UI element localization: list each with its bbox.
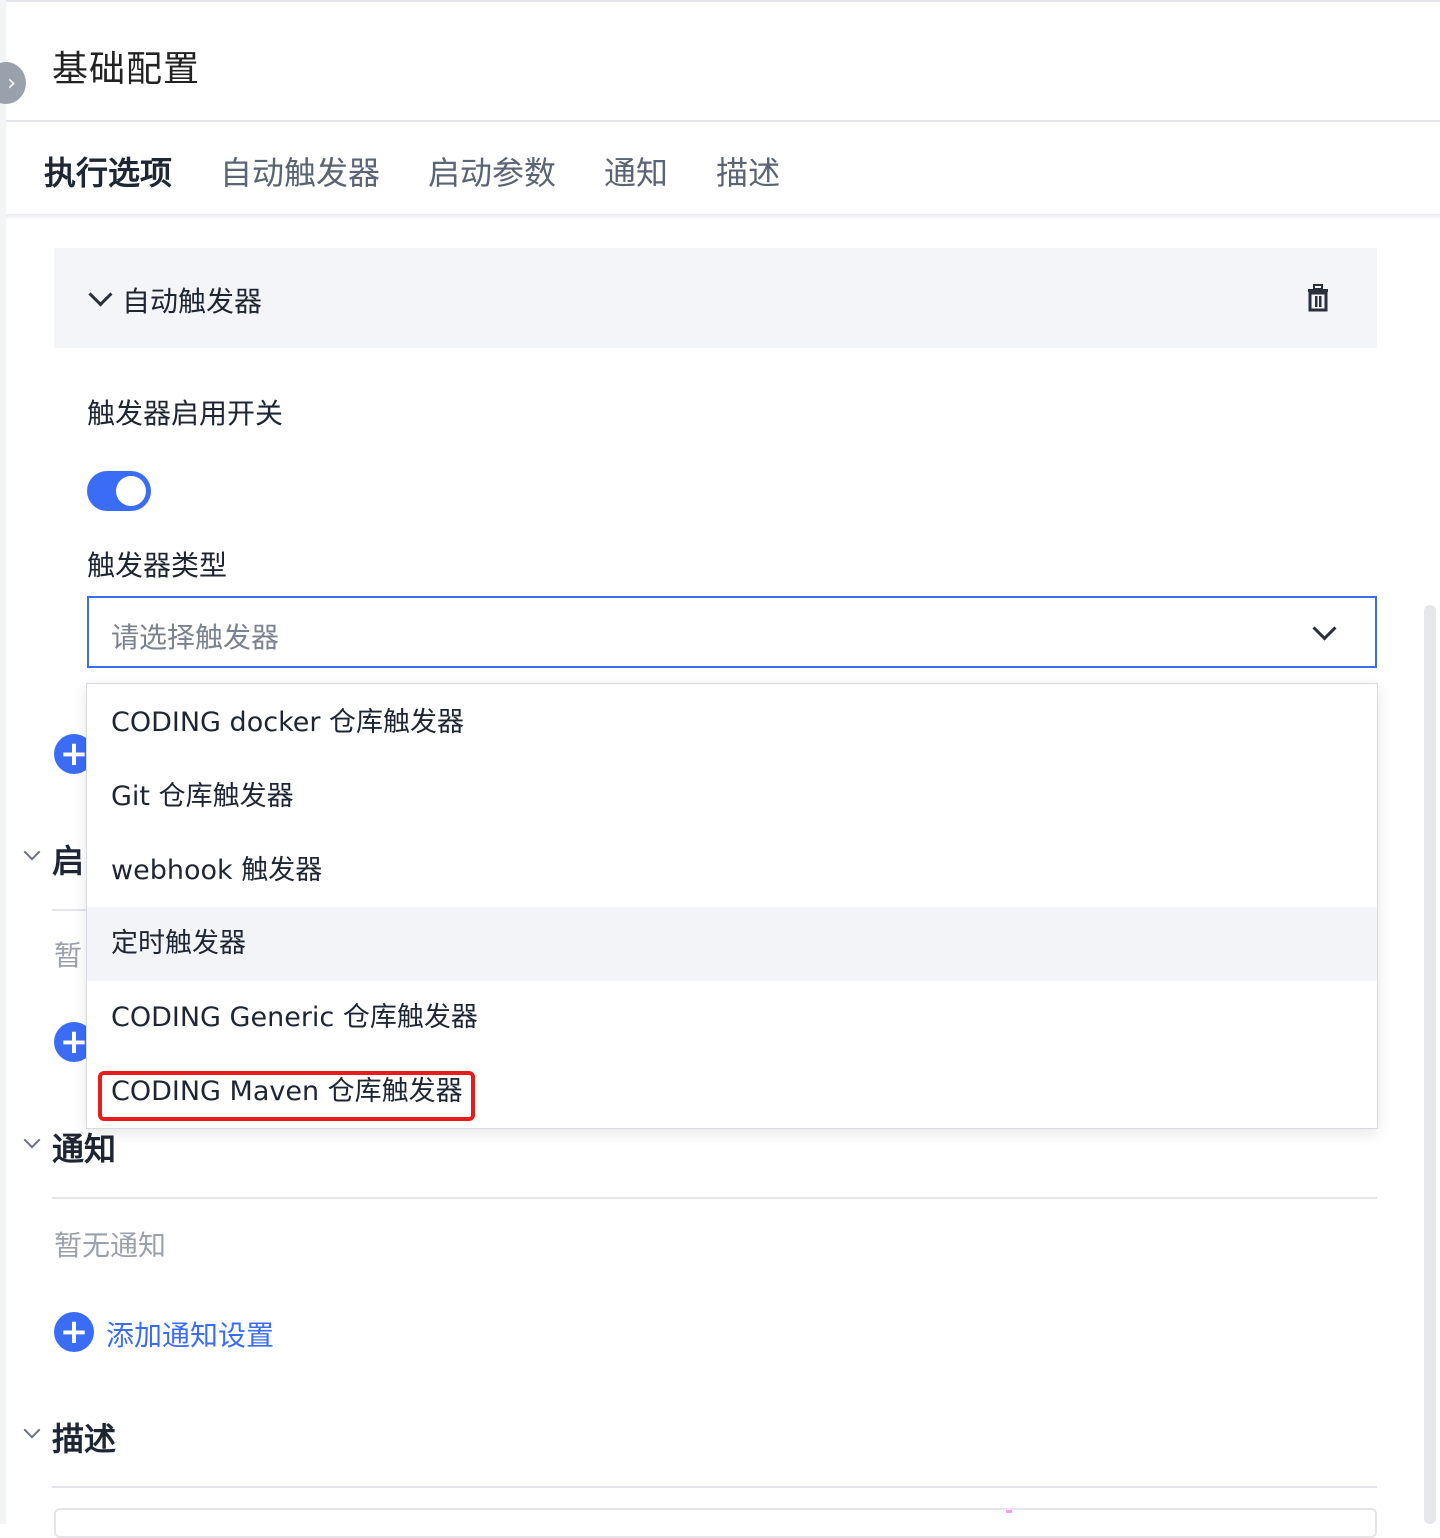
plus-icon[interactable]: + <box>54 1312 94 1352</box>
tab-description[interactable]: 描述 <box>716 148 780 218</box>
tab-notify[interactable]: 通知 <box>604 148 668 218</box>
switch-knob <box>116 476 146 506</box>
trigger-type-select[interactable]: 请选择触发器 <box>87 596 1377 668</box>
trigger-type-label: 触发器类型 <box>87 549 228 582</box>
dropdown-option[interactable]: Git 仓库触发器 <box>87 760 1377 834</box>
tab-shadow <box>6 214 1440 220</box>
scrollbar[interactable] <box>1424 605 1436 1524</box>
start-params-title: 启 <box>52 842 85 880</box>
left-edge <box>0 0 6 1524</box>
trigger-type-dropdown: CODING docker 仓库触发器 Git 仓库触发器 webhook 触发… <box>86 683 1378 1129</box>
notify-section-title: 通知 <box>52 1130 117 1168</box>
highlight-annotation <box>98 1071 475 1121</box>
dropdown-option[interactable]: webhook 触发器 <box>87 834 1377 908</box>
tab-execution-options[interactable]: 执行选项 <box>44 148 173 218</box>
chevron-right-icon: › <box>7 70 16 96</box>
dropdown-option[interactable]: CODING Generic 仓库触发器 <box>87 981 1377 1055</box>
chevron-down-icon[interactable] <box>23 1421 41 1439</box>
chevron-down-icon[interactable] <box>23 843 41 861</box>
section-divider <box>52 1197 1377 1199</box>
collapse-button[interactable]: › <box>0 62 26 104</box>
tab-start-params[interactable]: 启动参数 <box>428 148 556 218</box>
cursor-mark <box>1006 1510 1012 1513</box>
description-section-title: 描述 <box>52 1420 117 1458</box>
tab-bar: 执行选项 自动触发器 启动参数 通知 描述 <box>44 148 828 218</box>
switch-label: 触发器启用开关 <box>87 397 284 430</box>
notify-empty: 暂无通知 <box>54 1229 167 1262</box>
dropdown-option[interactable]: CODING docker 仓库触发器 <box>87 686 1377 760</box>
select-placeholder: 请选择触发器 <box>111 621 280 654</box>
header-divider <box>6 120 1440 122</box>
dropdown-option-hovered[interactable]: 定时触发器 <box>87 907 1377 981</box>
chevron-down-icon <box>1312 616 1337 641</box>
trash-icon[interactable] <box>1306 284 1330 312</box>
section-divider <box>52 1486 1377 1488</box>
top-border <box>6 0 1440 2</box>
trigger-enable-switch[interactable] <box>87 471 151 511</box>
description-editor[interactable] <box>54 1508 1377 1538</box>
page-title: 基础配置 <box>52 49 201 90</box>
trigger-card-title: 自动触发器 <box>122 285 263 318</box>
chevron-down-icon[interactable] <box>23 1131 41 1149</box>
add-notify-link[interactable]: 添加通知设置 <box>106 1314 274 1354</box>
start-params-empty: 暂 <box>54 939 83 972</box>
tab-auto-trigger[interactable]: 自动触发器 <box>220 148 380 218</box>
